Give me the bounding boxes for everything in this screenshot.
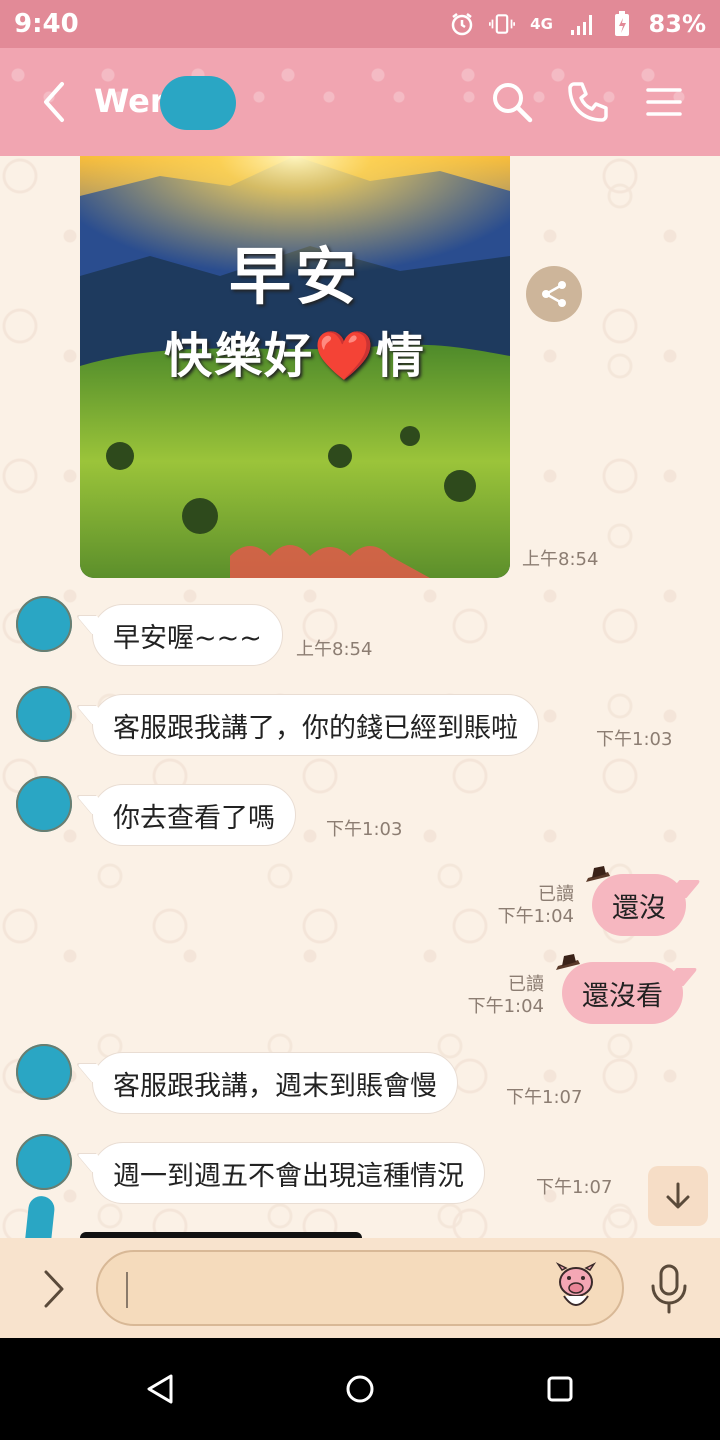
nav-back-button[interactable] [135, 1364, 185, 1414]
avatar[interactable] [16, 776, 72, 832]
triangle-back-icon [147, 1374, 173, 1404]
nav-home-button[interactable] [335, 1364, 385, 1414]
battery-percent: 83% [648, 10, 706, 38]
avatar[interactable] [16, 1134, 72, 1190]
incoming-message[interactable]: 客服跟我講了，你的錢已經到賬啦 [92, 694, 539, 756]
chat-area[interactable]: 早安 快樂好❤️情 上午8:54 早安喔~~~ 上午8:54 客服跟我講了，你的… [0, 156, 720, 1238]
status-icons: 4G 83% [449, 10, 706, 38]
incoming-message[interactable]: 早安喔~~~ [92, 604, 283, 666]
incoming-message[interactable]: 客服跟我講，週末到賬會慢 [92, 1052, 458, 1114]
read-label: 已讀 [538, 884, 574, 905]
message-input[interactable] [96, 1250, 624, 1326]
search-icon [493, 83, 533, 123]
avatar[interactable] [16, 1044, 72, 1100]
microphone-icon [651, 1264, 687, 1314]
incoming-message[interactable]: 你去查看了嗎 [92, 784, 296, 846]
share-icon [542, 281, 566, 307]
menu-button[interactable] [640, 78, 688, 126]
hat-sticker-icon [586, 866, 610, 882]
message-time: 上午8:54 [522, 549, 599, 570]
sticker-icon [555, 1262, 597, 1306]
sticker-button[interactable] [550, 1260, 602, 1316]
alarm-icon [449, 11, 475, 37]
text-caret [126, 1272, 128, 1308]
search-button[interactable] [488, 78, 536, 126]
call-button[interactable] [564, 78, 612, 126]
avatar[interactable] [16, 686, 72, 742]
arrow-down-icon [666, 1182, 690, 1209]
battery-icon [609, 11, 635, 37]
square-recents-icon [547, 1376, 573, 1402]
status-bar: 9:40 4G 83% [0, 0, 720, 48]
message-time: 下午1:04 [467, 996, 544, 1017]
vibrate-icon [488, 11, 515, 37]
status-time: 9:40 [14, 9, 79, 39]
image-message[interactable]: 早安 快樂好❤️情 [80, 156, 510, 578]
back-icon [44, 82, 64, 122]
avatar[interactable] [16, 596, 72, 652]
message-time: 下午1:07 [506, 1087, 583, 1108]
read-receipt: 已讀 下午1:04 [440, 974, 544, 1018]
read-receipt: 已讀 下午1:04 [470, 884, 574, 928]
system-nav-bar [0, 1338, 720, 1440]
menu-icon [646, 88, 682, 116]
voice-button[interactable] [648, 1260, 690, 1316]
redaction-blur [22, 1194, 56, 1238]
image-caption-line1: 早安 [228, 240, 361, 313]
image-caption-line2: 快樂好❤️情 [164, 328, 426, 384]
circle-home-icon [346, 1375, 374, 1403]
message-time: 下午1:04 [497, 906, 574, 927]
expand-button[interactable] [34, 1264, 74, 1314]
read-label: 已讀 [508, 974, 544, 995]
nav-recents-button[interactable] [535, 1364, 585, 1414]
network-type-icon: 4G [530, 15, 553, 33]
message-time: 下午1:07 [536, 1177, 613, 1198]
chat-header: Wen [0, 48, 720, 156]
redaction-blur [160, 76, 236, 130]
back-button[interactable] [36, 80, 76, 124]
input-bar [0, 1238, 720, 1338]
share-button[interactable] [526, 266, 582, 322]
signal-icon [569, 11, 595, 37]
incoming-message[interactable]: 週一到週五不會出現這種情況 [92, 1142, 485, 1204]
message-time: 下午1:03 [326, 819, 403, 840]
hat-sticker-icon [556, 954, 580, 970]
phone-icon [568, 82, 608, 122]
chevron-right-icon [44, 1270, 64, 1308]
message-time: 上午8:54 [296, 639, 373, 660]
scroll-to-bottom-button[interactable] [648, 1166, 708, 1226]
message-time: 下午1:03 [596, 729, 673, 750]
